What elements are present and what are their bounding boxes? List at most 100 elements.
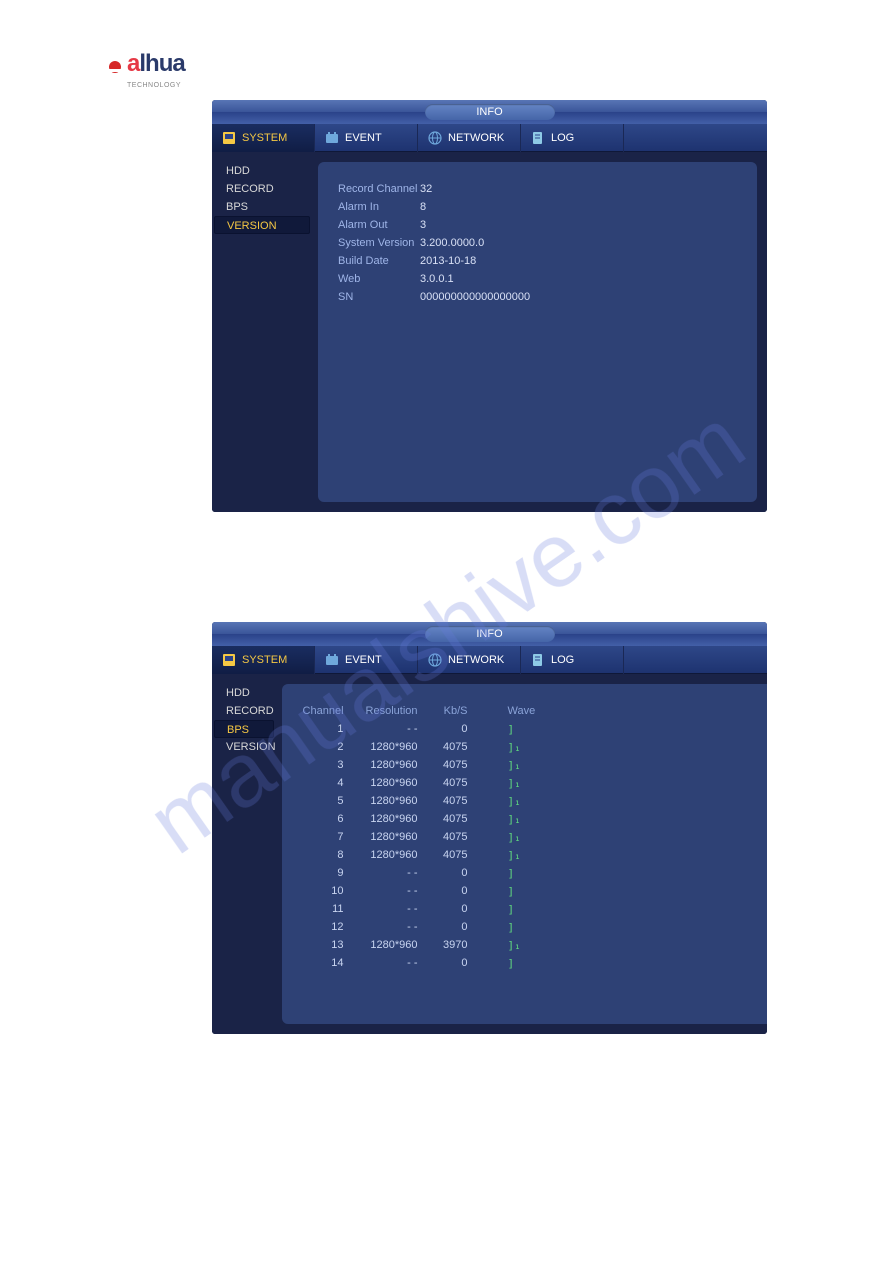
bps-resolution: - - <box>352 903 418 915</box>
tab-system[interactable]: SYSTEM <box>212 646 315 674</box>
info-row-web: Web 3.0.0.1 <box>338 270 737 288</box>
tab-system[interactable]: SYSTEM <box>212 124 315 152</box>
bps-wave: ] <box>468 921 648 934</box>
version-panel: Record Channel 32 Alarm In 8 Alarm Out 3… <box>318 162 757 502</box>
tab-system-label: SYSTEM <box>242 654 287 666</box>
bps-kbs: 0 <box>418 903 468 915</box>
bps-kbs: 0 <box>418 723 468 735</box>
tabs-row: SYSTEM EVENT NETWORK LOG <box>212 646 767 674</box>
bps-wave-end: [ <box>648 795 767 808</box>
sidebar-item-bps[interactable]: BPS <box>214 720 274 738</box>
bps-wave-end: [ <box>648 813 767 826</box>
bps-channel: 4 <box>302 777 352 789</box>
sidebar-item-version[interactable]: VERSION <box>212 738 276 756</box>
bps-row: 1- -0][ <box>302 720 767 738</box>
info-value: 3 <box>420 219 426 231</box>
bps-panel: Channel Resolution Kb/S Wave 1- -0][2128… <box>282 684 767 1024</box>
bps-kbs: 3970 <box>418 939 468 951</box>
log-icon <box>531 653 545 667</box>
bps-wave-end: [ <box>648 831 767 844</box>
sidebar-item-record[interactable]: RECORD <box>212 702 276 720</box>
bps-wave: ]₁ <box>468 795 648 808</box>
bps-wave-end: [ <box>648 867 767 880</box>
sidebar-item-bps[interactable]: BPS <box>212 198 312 216</box>
sidebar: HDD RECORD BPS VERSION <box>212 152 312 512</box>
bps-row: 81280*9604075]₁[ <box>302 846 767 864</box>
bps-wave: ] <box>468 723 648 736</box>
event-icon <box>325 653 339 667</box>
info-value: 000000000000000000 <box>420 291 530 303</box>
sidebar: HDD RECORD BPS VERSION <box>212 674 276 1034</box>
bps-kbs: 0 <box>418 957 468 969</box>
bps-resolution: 1280*960 <box>352 741 418 753</box>
tab-log-label: LOG <box>551 654 574 666</box>
bps-kbs: 4075 <box>418 741 468 753</box>
tab-log-label: LOG <box>551 132 574 144</box>
bps-wave: ]₁ <box>468 813 648 826</box>
bps-row: 71280*9604075]₁[ <box>302 828 767 846</box>
info-label: Record Channel <box>338 183 420 195</box>
info-label: Alarm Out <box>338 219 420 231</box>
tabs-row: SYSTEM EVENT NETWORK LOG <box>212 124 767 152</box>
bps-row: 51280*9604075]₁[ <box>302 792 767 810</box>
info-row-alarm-out: Alarm Out 3 <box>338 216 737 234</box>
network-icon <box>428 653 442 667</box>
bps-row: 10- -0][ <box>302 882 767 900</box>
bps-channel: 2 <box>302 741 352 753</box>
bps-wave: ]₁ <box>468 759 648 772</box>
bps-wave: ] <box>468 867 648 880</box>
bps-resolution: - - <box>352 957 418 969</box>
bps-channel: 8 <box>302 849 352 861</box>
info-value: 8 <box>420 201 426 213</box>
info-label: Alarm In <box>338 201 420 213</box>
sidebar-item-record[interactable]: RECORD <box>212 180 312 198</box>
bps-wave: ]₁ <box>468 939 648 952</box>
bps-row: 31280*9604075]₁[ <box>302 756 767 774</box>
bps-channel: 9 <box>302 867 352 879</box>
title-bar: INFO <box>212 622 767 646</box>
bps-channel: 13 <box>302 939 352 951</box>
sidebar-item-hdd[interactable]: HDD <box>212 684 276 702</box>
bps-resolution: 1280*960 <box>352 777 418 789</box>
bps-row: 61280*9604075]₁[ <box>302 810 767 828</box>
bps-wave: ] <box>468 903 648 916</box>
info-value: 3.0.0.1 <box>420 273 454 285</box>
tab-event[interactable]: EVENT <box>315 646 418 674</box>
tab-event[interactable]: EVENT <box>315 124 418 152</box>
bps-row: 9- -0][ <box>302 864 767 882</box>
bps-channel: 7 <box>302 831 352 843</box>
tab-network[interactable]: NETWORK <box>418 646 521 674</box>
tab-network-label: NETWORK <box>448 654 504 666</box>
bps-header-resolution: Resolution <box>352 705 418 717</box>
info-row-alarm-in: Alarm In 8 <box>338 198 737 216</box>
info-window-version: INFO SYSTEM EVENT NETWORK LOG <box>212 100 767 512</box>
bps-channel: 12 <box>302 921 352 933</box>
bps-kbs: 4075 <box>418 849 468 861</box>
bps-wave: ] <box>468 957 648 970</box>
tab-log[interactable]: LOG <box>521 124 624 152</box>
window-title: INFO <box>425 626 555 642</box>
bps-resolution: - - <box>352 867 418 879</box>
bps-channel: 3 <box>302 759 352 771</box>
brand-mark-icon <box>105 60 125 80</box>
log-icon <box>531 131 545 145</box>
title-bar: INFO <box>212 100 767 124</box>
tab-network[interactable]: NETWORK <box>418 124 521 152</box>
tab-event-label: EVENT <box>345 132 382 144</box>
info-row-system-version: System Version 3.200.0000.0 <box>338 234 737 252</box>
bps-resolution: 1280*960 <box>352 849 418 861</box>
bps-channel: 6 <box>302 813 352 825</box>
bps-row: 41280*9604075]₁[ <box>302 774 767 792</box>
sidebar-item-hdd[interactable]: HDD <box>212 162 312 180</box>
bps-channel: 14 <box>302 957 352 969</box>
sidebar-item-version[interactable]: VERSION <box>214 216 310 234</box>
info-value: 3.200.0000.0 <box>420 237 484 249</box>
bps-wave: ] <box>468 885 648 898</box>
bps-resolution: - - <box>352 885 418 897</box>
tab-log[interactable]: LOG <box>521 646 624 674</box>
bps-resolution: - - <box>352 921 418 933</box>
bps-table: Channel Resolution Kb/S Wave 1- -0][2128… <box>302 702 767 972</box>
bps-resolution: 1280*960 <box>352 759 418 771</box>
bps-wave-end: [ <box>648 921 767 934</box>
bps-header-kbs: Kb/S <box>418 705 468 717</box>
